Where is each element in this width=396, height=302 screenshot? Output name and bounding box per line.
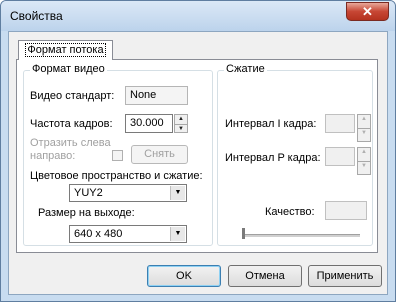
- tab-panel: Формат видео Видео стандарт: None Частот…: [16, 59, 378, 253]
- framerate-input[interactable]: 30.000: [125, 114, 173, 133]
- compression-group: Сжатие Интервал I кадра: ▲ ▼ Интервал P …: [217, 63, 373, 246]
- colorspace-select[interactable]: YUY2 ▼: [69, 184, 187, 202]
- spin-up-icon[interactable]: ▲: [175, 115, 187, 124]
- remove-button[interactable]: Снять: [131, 145, 188, 164]
- i-frame-spinner[interactable]: ▲ ▼: [357, 114, 371, 142]
- video-standard-value-text: None: [130, 89, 157, 101]
- mirror-label-line1: Отразить слева: [30, 137, 111, 149]
- quality-slider-track[interactable]: [242, 234, 360, 237]
- video-format-group: Формат видео Видео стандарт: None Частот…: [23, 63, 213, 246]
- dialog-client-area: Формат потока Формат видео Видео стандар…: [8, 31, 388, 295]
- p-frame-spinner[interactable]: ▲ ▼: [357, 147, 371, 175]
- output-size-label: Размер на выходе:: [38, 207, 135, 219]
- spin-up-icon[interactable]: ▲: [358, 115, 370, 128]
- quality-slider-thumb[interactable]: [242, 228, 245, 239]
- p-frame-interval-input[interactable]: [325, 147, 355, 166]
- spin-down-icon[interactable]: ▼: [358, 161, 370, 174]
- quality-input[interactable]: [325, 201, 367, 220]
- close-button[interactable]: ✕: [346, 2, 389, 21]
- framerate-input-value: 30.000: [130, 117, 164, 129]
- video-standard-value: None: [125, 86, 188, 105]
- video-format-group-title: Формат видео: [30, 63, 107, 75]
- framerate-spinner[interactable]: ▲ ▼: [174, 114, 188, 133]
- colorspace-label: Цветовое пространство и сжатие:: [30, 170, 203, 182]
- chevron-down-icon[interactable]: ▼: [170, 227, 185, 241]
- spin-down-icon[interactable]: ▼: [358, 128, 370, 141]
- video-standard-label: Видео стандарт:: [30, 90, 115, 102]
- cancel-button[interactable]: Отмена: [228, 265, 302, 287]
- quality-label: Качество:: [265, 206, 315, 218]
- apply-button-label: Применить: [316, 270, 374, 282]
- i-frame-interval-input[interactable]: [325, 114, 355, 133]
- output-size-select-value: 640 x 480: [74, 228, 123, 240]
- p-frame-interval-label: Интервал P кадра:: [225, 152, 321, 164]
- cancel-button-label: Отмена: [245, 270, 285, 282]
- window-title: Свойства: [10, 9, 63, 23]
- mirror-checkbox[interactable]: [112, 150, 123, 161]
- ok-button-label: OK: [176, 270, 192, 282]
- spin-down-icon[interactable]: ▼: [175, 123, 187, 133]
- chevron-down-icon[interactable]: ▼: [170, 186, 185, 200]
- tab-label: Формат потока: [25, 43, 106, 57]
- mirror-label-line2: направо:: [30, 150, 76, 162]
- compression-group-title: Сжатие: [224, 63, 267, 75]
- close-icon: ✕: [362, 4, 373, 19]
- apply-button[interactable]: Применить: [308, 265, 382, 287]
- title-bar[interactable]: Свойства ✕: [1, 1, 395, 31]
- i-frame-interval-label: Интервал I кадра:: [225, 118, 317, 130]
- framerate-label: Частота кадров:: [30, 118, 113, 130]
- spin-up-icon[interactable]: ▲: [358, 148, 370, 161]
- ok-button[interactable]: OK: [147, 265, 221, 287]
- colorspace-select-value: YUY2: [74, 187, 103, 199]
- remove-button-label: Снять: [144, 148, 175, 160]
- properties-dialog: Свойства ✕ Формат потока Формат видео Ви…: [0, 0, 396, 302]
- output-size-select[interactable]: 640 x 480 ▼: [69, 225, 187, 243]
- tab-stream-format[interactable]: Формат потока: [18, 40, 113, 60]
